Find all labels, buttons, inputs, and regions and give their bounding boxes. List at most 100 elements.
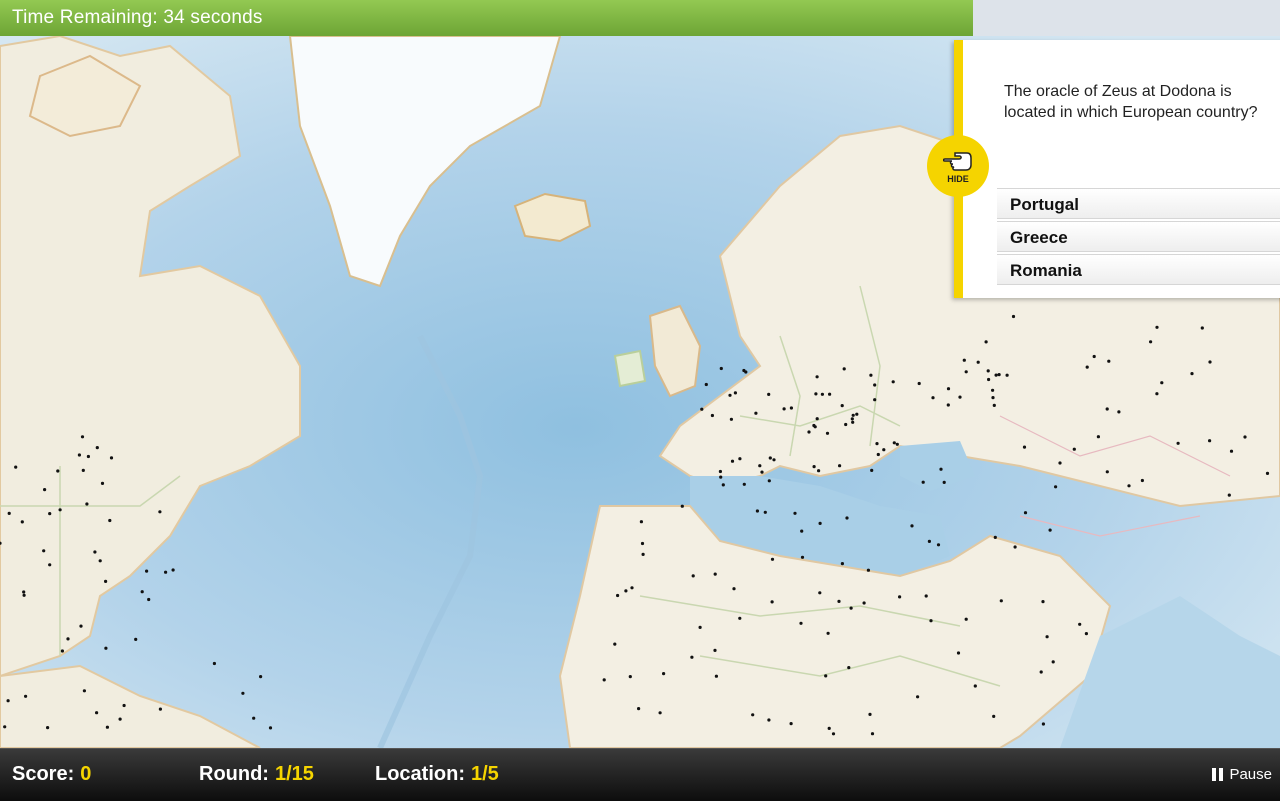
city-dot xyxy=(992,403,996,407)
pause-icon xyxy=(1212,768,1224,781)
answer-option-3[interactable]: Romania xyxy=(997,254,1280,285)
city-dot xyxy=(812,423,816,428)
city-dot xyxy=(79,624,83,628)
pause-button[interactable]: Pause xyxy=(1212,766,1272,783)
city-dot xyxy=(800,529,804,533)
city-dot xyxy=(1005,373,1009,377)
city-dot xyxy=(616,593,620,598)
city-dot xyxy=(873,398,877,402)
city-dot xyxy=(789,722,793,726)
city-dot xyxy=(1048,528,1052,532)
score-label: Score: xyxy=(12,763,75,785)
city-dot xyxy=(700,407,704,411)
city-dot xyxy=(58,508,62,512)
city-dot xyxy=(842,367,846,371)
city-dot xyxy=(109,456,114,460)
city-dot xyxy=(1058,461,1062,465)
round-label: Round: xyxy=(199,763,269,785)
city-dot xyxy=(164,570,168,574)
city-dot xyxy=(1092,354,1096,359)
city-dot xyxy=(812,465,816,469)
city-dot xyxy=(624,589,628,593)
city-dot xyxy=(921,480,925,484)
city-dot xyxy=(100,481,105,485)
city-dot xyxy=(690,655,694,659)
city-dot xyxy=(851,420,855,424)
city-dot xyxy=(898,595,902,599)
city-dot xyxy=(910,524,914,528)
city-dot xyxy=(770,557,775,561)
city-dot xyxy=(772,458,776,462)
answer-option-2[interactable]: Greece xyxy=(997,221,1280,252)
answer-option-1[interactable]: Portugal xyxy=(997,188,1280,219)
city-dot xyxy=(1140,478,1144,483)
city-dot xyxy=(936,543,941,547)
city-dot xyxy=(95,446,99,450)
city-dot xyxy=(158,510,162,514)
question-panel: The oracle of Zeus at Dodona is located … xyxy=(954,40,1280,298)
city-dot xyxy=(891,380,895,384)
city-dot xyxy=(1023,511,1028,515)
city-dot xyxy=(738,616,742,620)
city-dot xyxy=(721,483,725,487)
status-bar: Score: 0 Round: 1/15 Location: 1/5 Pause xyxy=(0,748,1280,801)
city-dot xyxy=(817,469,821,473)
city-dot xyxy=(986,369,990,373)
city-dot xyxy=(252,716,256,720)
city-dot xyxy=(24,694,28,698)
city-dot xyxy=(991,396,995,400)
city-dot xyxy=(939,467,943,471)
city-dot xyxy=(742,482,746,486)
city-dot xyxy=(7,511,11,515)
city-dot xyxy=(1039,670,1043,674)
city-dot xyxy=(714,674,719,678)
hide-button[interactable]: HIDE xyxy=(927,135,989,197)
city-dot xyxy=(1051,660,1055,664)
city-dot xyxy=(820,392,825,396)
city-dot xyxy=(641,552,645,557)
city-dot xyxy=(241,691,245,695)
city-dot xyxy=(866,568,871,572)
city-dot xyxy=(873,383,877,387)
city-dot xyxy=(105,725,109,729)
city-dot xyxy=(1149,340,1153,344)
city-dot xyxy=(847,666,851,670)
city-dot xyxy=(869,373,873,377)
city-dot xyxy=(108,518,112,523)
location-label: Location: xyxy=(375,763,465,785)
city-dot xyxy=(849,606,853,610)
location-display: Location: 1/5 xyxy=(375,763,499,786)
city-dot xyxy=(658,711,662,715)
city-dot xyxy=(815,375,819,379)
landmass-ireland xyxy=(613,349,647,388)
pause-label: Pause xyxy=(1229,766,1272,783)
city-dot xyxy=(994,373,998,377)
city-dot xyxy=(927,539,932,543)
city-dot xyxy=(826,631,830,635)
city-dot xyxy=(1208,360,1212,364)
city-dot xyxy=(3,725,7,729)
city-dot xyxy=(818,591,822,595)
city-dot xyxy=(827,726,831,731)
city-dot xyxy=(964,370,968,374)
city-dot xyxy=(1176,441,1180,445)
city-dot xyxy=(892,441,896,445)
city-dot xyxy=(710,413,715,418)
city-dot xyxy=(851,413,855,417)
city-dot xyxy=(662,672,666,676)
city-dot xyxy=(837,599,841,604)
city-dot xyxy=(895,442,899,446)
city-dot xyxy=(997,373,1001,377)
city-dot xyxy=(876,452,880,457)
city-dot xyxy=(66,637,70,641)
pointing-hand-icon xyxy=(943,151,972,171)
city-dot xyxy=(82,689,86,693)
city-dot xyxy=(831,732,836,736)
city-dot xyxy=(14,465,18,469)
city-dot xyxy=(882,448,886,452)
city-dot xyxy=(964,617,968,621)
city-dot xyxy=(639,520,644,524)
city-dot xyxy=(1084,632,1088,636)
city-dot xyxy=(862,601,866,605)
city-dot xyxy=(42,549,46,553)
